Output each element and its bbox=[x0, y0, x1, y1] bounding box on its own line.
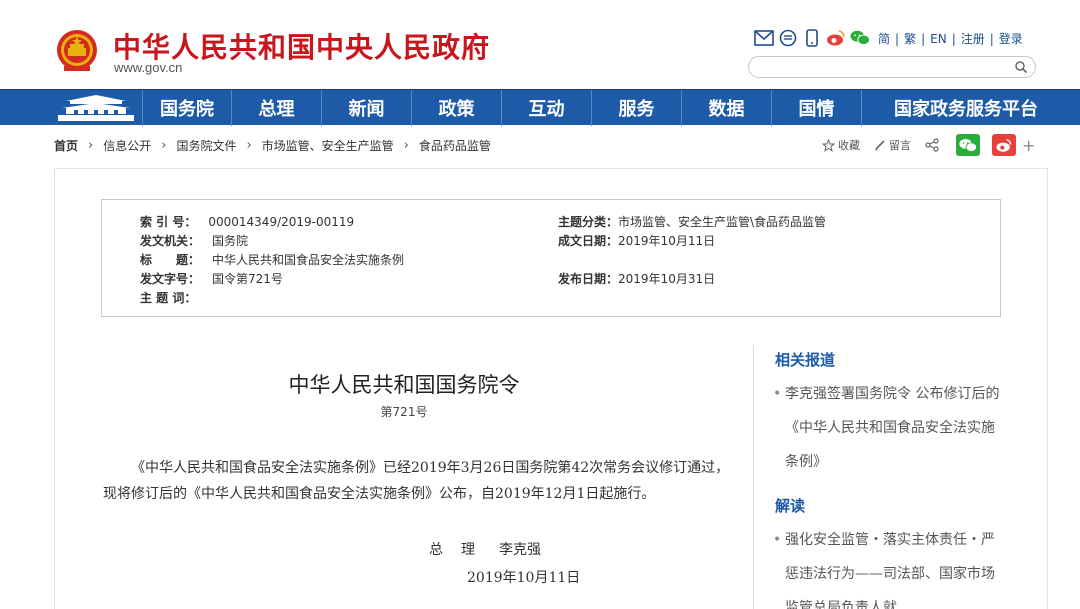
signature: 总理 李克强 bbox=[429, 539, 541, 559]
article-title: 中华人民共和国国务院令 bbox=[288, 373, 520, 397]
article-body: 《中华人民共和国食品安全法实施条例》已经2019年3月26日国务院第42次常务会… bbox=[103, 460, 730, 502]
info-value: 2019年10月11日 bbox=[618, 234, 716, 248]
info-index-row: 索 引 号： 000014349/2019-00119 bbox=[140, 213, 354, 230]
nav-item-services[interactable]: 服务 bbox=[591, 90, 681, 126]
info-value: 2019年10月31日 bbox=[618, 272, 716, 286]
signer-title: 总理 bbox=[429, 542, 493, 558]
separator: | bbox=[921, 31, 926, 46]
comment-label: 留言 bbox=[889, 139, 911, 152]
related-reports-heading: 相关报道 bbox=[775, 351, 836, 369]
tiananmen-icon[interactable] bbox=[52, 93, 140, 123]
national-emblem-icon[interactable] bbox=[54, 28, 100, 74]
collect-label: 收藏 bbox=[838, 139, 860, 152]
info-pubdate-row: 发布日期：2019年10月31日 bbox=[558, 270, 715, 287]
nav-item-state-council[interactable]: 国务院 bbox=[142, 90, 231, 126]
info-value: 000014349/2019-00119 bbox=[208, 215, 355, 229]
nav-item-national-info[interactable]: 国情 bbox=[771, 90, 861, 126]
top-icon-bar bbox=[754, 28, 874, 48]
site-header: 中华人民共和国中央人民政府 www.gov.cn 简 | 繁 | EN | 注册… bbox=[0, 0, 1080, 89]
login-link[interactable]: 登录 bbox=[999, 30, 1023, 47]
search-input[interactable] bbox=[759, 59, 1009, 75]
info-value: 市场监管、安全生产监管\食品药品监管 bbox=[618, 215, 827, 229]
signer-name: 李克强 bbox=[499, 542, 541, 558]
breadcrumb-market-safety[interactable]: 市场监管、安全生产监管 bbox=[262, 137, 394, 154]
column-divider bbox=[753, 345, 754, 609]
collect-button[interactable]: 收藏 bbox=[822, 137, 860, 153]
info-label: 成文日期： bbox=[558, 234, 619, 248]
top-links: 简 | 繁 | EN | 注册 | 登录 bbox=[878, 30, 1023, 47]
nav-item-data[interactable]: 数据 bbox=[681, 90, 771, 126]
info-label: 发文机关： bbox=[140, 234, 201, 248]
mail-icon[interactable] bbox=[754, 28, 774, 48]
nav-item-news[interactable]: 新闻 bbox=[321, 90, 411, 126]
document-info-box: 索 引 号： 000014349/2019-00119 主题分类：市场监管、安全生… bbox=[101, 199, 1001, 317]
chevron-right-icon: › bbox=[403, 138, 409, 153]
interpretation-list: 强化安全监管・落实主体责任・严惩违法行为——司法部、国家市场监管总局负责人就 bbox=[771, 523, 1001, 609]
interpretation-item[interactable]: 强化安全监管・落实主体责任・严惩违法行为——司法部、国家市场监管总局负责人就 bbox=[771, 523, 1001, 609]
chevron-right-icon: › bbox=[161, 138, 167, 153]
info-label: 标 题： bbox=[140, 253, 201, 267]
weibo-share-icon[interactable] bbox=[992, 134, 1016, 156]
weibo-icon[interactable] bbox=[826, 28, 846, 48]
lang-traditional-link[interactable]: 繁 bbox=[904, 30, 916, 47]
mobile-icon[interactable] bbox=[802, 28, 822, 48]
info-value: 中华人民共和国食品安全法实施条例 bbox=[212, 253, 405, 267]
nav-item-premier[interactable]: 总理 bbox=[231, 90, 321, 126]
star-icon bbox=[822, 138, 835, 152]
breadcrumb-home[interactable]: 首页 bbox=[54, 137, 78, 154]
separator: | bbox=[895, 31, 900, 46]
chevron-right-icon: › bbox=[88, 138, 94, 153]
info-keywords-row: 主 题 词： bbox=[140, 289, 196, 306]
search-icon[interactable] bbox=[1014, 60, 1028, 74]
more-share-button[interactable]: + bbox=[1022, 136, 1035, 155]
site-url[interactable]: www.gov.cn bbox=[114, 60, 182, 75]
wechat-icon[interactable] bbox=[850, 28, 870, 48]
nav-item-gov-service-platform[interactable]: 国家政务服务平台 bbox=[861, 90, 1070, 126]
lang-english-link[interactable]: EN bbox=[930, 32, 947, 46]
breadcrumb-info-public[interactable]: 信息公开 bbox=[103, 137, 151, 154]
related-report-item[interactable]: 李克强签署国务院令 公布修订后的《中华人民共和国食品安全法实施条例》 bbox=[771, 377, 1001, 479]
share-bar: 收藏 留言 + bbox=[822, 134, 1035, 156]
share-icon[interactable] bbox=[925, 138, 942, 152]
breadcrumb-food-drug[interactable]: 食品药品监管 bbox=[419, 137, 491, 154]
info-number-row: 发文字号： 国令第721号 bbox=[140, 270, 283, 287]
info-topic-row: 主题分类：市场监管、安全生产监管\食品药品监管 bbox=[558, 213, 826, 230]
info-label: 主题分类： bbox=[558, 215, 619, 229]
info-value: 国令第721号 bbox=[212, 272, 283, 286]
info-date-row: 成文日期：2019年10月11日 bbox=[558, 232, 715, 249]
search-box[interactable] bbox=[748, 56, 1036, 78]
info-label: 发布日期： bbox=[558, 272, 619, 286]
info-label: 发文字号： bbox=[140, 272, 201, 286]
breadcrumb-state-council-docs[interactable]: 国务院文件 bbox=[176, 137, 236, 154]
nav-item-interaction[interactable]: 互动 bbox=[501, 90, 591, 126]
info-label: 索 引 号： bbox=[140, 215, 197, 229]
info-title-row: 标 题： 中华人民共和国食品安全法实施条例 bbox=[140, 251, 404, 268]
article-date: 2019年10月11日 bbox=[467, 570, 581, 586]
comment-button[interactable]: 留言 bbox=[874, 137, 911, 153]
interpretation-heading: 解读 bbox=[775, 497, 806, 515]
nav-items: 国务院 总理 新闻 政策 互动 服务 数据 国情 国家政务服务平台 bbox=[142, 90, 1070, 126]
register-link[interactable]: 注册 bbox=[961, 30, 985, 47]
article-number: 第721号 bbox=[380, 405, 428, 419]
nav-item-policy[interactable]: 政策 bbox=[411, 90, 501, 126]
separator: | bbox=[951, 31, 956, 46]
info-value: 国务院 bbox=[212, 234, 249, 248]
lang-simplified-link[interactable]: 简 bbox=[878, 30, 890, 47]
separator: | bbox=[989, 31, 994, 46]
content-container: 索 引 号： 000014349/2019-00119 主题分类：市场监管、安全生… bbox=[54, 168, 1048, 609]
info-org-row: 发文机关： 国务院 bbox=[140, 232, 248, 249]
chevron-right-icon: › bbox=[246, 138, 252, 153]
wechat-share-icon[interactable] bbox=[956, 134, 980, 156]
main-nav: 国务院 总理 新闻 政策 互动 服务 数据 国情 国家政务服务平台 bbox=[0, 89, 1080, 126]
breadcrumb: 首页 › 信息公开 › 国务院文件 › 市场监管、安全生产监管 › 食品药品监管 bbox=[54, 137, 491, 154]
info-label: 主 题 词： bbox=[140, 291, 197, 305]
pencil-icon bbox=[875, 140, 885, 151]
message-icon[interactable] bbox=[778, 28, 798, 48]
related-reports-list: 李克强签署国务院令 公布修订后的《中华人民共和国食品安全法实施条例》 bbox=[771, 377, 1001, 479]
